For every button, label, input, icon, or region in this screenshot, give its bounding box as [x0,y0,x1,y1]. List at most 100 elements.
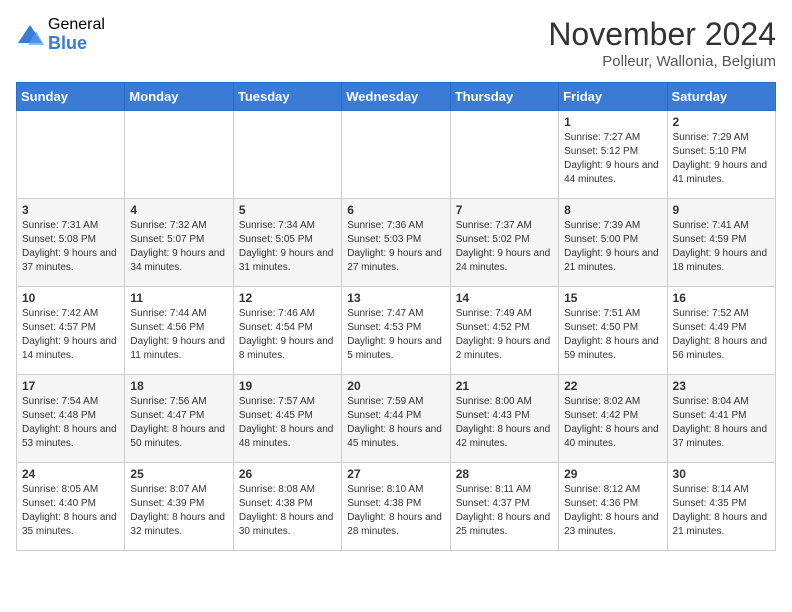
logo-icon [16,23,44,47]
day-number: 25 [130,467,227,481]
calendar-cell: 28 Sunrise: 8:11 AM Sunset: 4:37 PM Dayli… [450,463,558,551]
day-number: 26 [239,467,336,481]
day-info: Sunrise: 7:36 AM Sunset: 5:03 PM Dayligh… [347,219,444,275]
calendar-cell: 4 Sunrise: 7:32 AM Sunset: 5:07 PM Daylig… [125,199,233,287]
day-info: Sunrise: 7:42 AM Sunset: 4:57 PM Dayligh… [22,307,119,363]
calendar-cell: 13 Sunrise: 7:47 AM Sunset: 4:53 PM Dayli… [342,287,450,375]
day-info: Sunrise: 7:54 AM Sunset: 4:48 PM Dayligh… [22,395,119,451]
day-number: 8 [564,203,661,217]
day-number: 2 [673,115,770,129]
calendar-cell: 17 Sunrise: 7:54 AM Sunset: 4:48 PM Dayli… [17,375,125,463]
calendar-cell [125,111,233,199]
day-number: 28 [456,467,553,481]
day-number: 3 [22,203,119,217]
day-number: 10 [22,291,119,305]
calendar-cell: 15 Sunrise: 7:51 AM Sunset: 4:50 PM Dayli… [559,287,667,375]
calendar-cell: 25 Sunrise: 8:07 AM Sunset: 4:39 PM Dayli… [125,463,233,551]
day-info: Sunrise: 8:07 AM Sunset: 4:39 PM Dayligh… [130,483,227,539]
day-info: Sunrise: 7:57 AM Sunset: 4:45 PM Dayligh… [239,395,336,451]
day-number: 14 [456,291,553,305]
calendar-cell: 26 Sunrise: 8:08 AM Sunset: 4:38 PM Dayli… [233,463,341,551]
day-info: Sunrise: 8:12 AM Sunset: 4:36 PM Dayligh… [564,483,661,539]
day-info: Sunrise: 7:34 AM Sunset: 5:05 PM Dayligh… [239,219,336,275]
calendar-cell: 9 Sunrise: 7:41 AM Sunset: 4:59 PM Daylig… [667,199,775,287]
day-number: 5 [239,203,336,217]
day-number: 18 [130,379,227,393]
day-of-week-header: Saturday [667,83,775,111]
title-block: November 2024 Polleur, Wallonia, Belgium [548,16,776,70]
day-number: 11 [130,291,227,305]
calendar-cell [450,111,558,199]
calendar-week-row: 1 Sunrise: 7:27 AM Sunset: 5:12 PM Daylig… [17,111,776,199]
calendar-week-row: 24Sunrise: 8:05 AM Sunset: 4:40 PM Dayli… [17,463,776,551]
calendar-week-row: 17 Sunrise: 7:54 AM Sunset: 4:48 PM Dayli… [17,375,776,463]
day-of-week-header: Wednesday [342,83,450,111]
day-info: Sunrise: 8:04 AM Sunset: 4:41 PM Dayligh… [673,395,770,451]
location: Polleur, Wallonia, Belgium [548,53,776,70]
day-number: 13 [347,291,444,305]
day-info: Sunrise: 7:32 AM Sunset: 5:07 PM Dayligh… [130,219,227,275]
day-info: Sunrise: 7:41 AM Sunset: 4:59 PM Dayligh… [673,219,770,275]
day-number: 29 [564,467,661,481]
day-info: Sunrise: 7:44 AM Sunset: 4:56 PM Dayligh… [130,307,227,363]
day-info: Sunrise: 7:51 AM Sunset: 4:50 PM Dayligh… [564,307,661,363]
day-number: 1 [564,115,661,129]
calendar-cell: 22 Sunrise: 8:02 AM Sunset: 4:42 PM Dayli… [559,375,667,463]
month-title: November 2024 [548,16,776,53]
day-number: 6 [347,203,444,217]
day-info: Sunrise: 7:46 AM Sunset: 4:54 PM Dayligh… [239,307,336,363]
day-number: 15 [564,291,661,305]
calendar-header-row: SundayMondayTuesdayWednesdayThursdayFrid… [17,83,776,111]
day-number: 17 [22,379,119,393]
day-info: Sunrise: 8:08 AM Sunset: 4:38 PM Dayligh… [239,483,336,539]
calendar-cell: 12Sunrise: 7:46 AM Sunset: 4:54 PM Dayli… [233,287,341,375]
day-of-week-header: Thursday [450,83,558,111]
calendar-cell: 18 Sunrise: 7:56 AM Sunset: 4:47 PM Dayli… [125,375,233,463]
day-info: Sunrise: 8:10 AM Sunset: 4:38 PM Dayligh… [347,483,444,539]
calendar-cell: 30Sunrise: 8:14 AM Sunset: 4:35 PM Dayli… [667,463,775,551]
day-number: 23 [673,379,770,393]
day-info: Sunrise: 7:52 AM Sunset: 4:49 PM Dayligh… [673,307,770,363]
page-header: General Blue November 2024 Polleur, Wall… [16,16,776,70]
logo: General Blue [16,16,105,53]
calendar-cell: 19Sunrise: 7:57 AM Sunset: 4:45 PM Dayli… [233,375,341,463]
logo-general: General [48,16,105,34]
day-info: Sunrise: 8:00 AM Sunset: 4:43 PM Dayligh… [456,395,553,451]
calendar-cell: 14Sunrise: 7:49 AM Sunset: 4:52 PM Dayli… [450,287,558,375]
calendar-cell: 8Sunrise: 7:39 AM Sunset: 5:00 PM Daylig… [559,199,667,287]
calendar-cell [342,111,450,199]
logo-text: General Blue [48,16,105,53]
day-info: Sunrise: 7:31 AM Sunset: 5:08 PM Dayligh… [22,219,119,275]
day-info: Sunrise: 8:11 AM Sunset: 4:37 PM Dayligh… [456,483,553,539]
day-number: 22 [564,379,661,393]
calendar-cell [17,111,125,199]
calendar-cell: 20 Sunrise: 7:59 AM Sunset: 4:44 PM Dayli… [342,375,450,463]
calendar-cell: 24Sunrise: 8:05 AM Sunset: 4:40 PM Dayli… [17,463,125,551]
day-number: 30 [673,467,770,481]
day-info: Sunrise: 7:37 AM Sunset: 5:02 PM Dayligh… [456,219,553,275]
day-info: Sunrise: 7:56 AM Sunset: 4:47 PM Dayligh… [130,395,227,451]
day-number: 9 [673,203,770,217]
calendar-cell: 6 Sunrise: 7:36 AM Sunset: 5:03 PM Daylig… [342,199,450,287]
calendar-cell: 10 Sunrise: 7:42 AM Sunset: 4:57 PM Dayli… [17,287,125,375]
calendar-cell: 16 Sunrise: 7:52 AM Sunset: 4:49 PM Dayli… [667,287,775,375]
day-info: Sunrise: 7:59 AM Sunset: 4:44 PM Dayligh… [347,395,444,451]
calendar-cell: 11 Sunrise: 7:44 AM Sunset: 4:56 PM Dayli… [125,287,233,375]
calendar-cell: 29 Sunrise: 8:12 AM Sunset: 4:36 PM Dayli… [559,463,667,551]
day-info: Sunrise: 7:27 AM Sunset: 5:12 PM Dayligh… [564,131,661,187]
day-number: 16 [673,291,770,305]
day-info: Sunrise: 8:02 AM Sunset: 4:42 PM Dayligh… [564,395,661,451]
day-info: Sunrise: 7:29 AM Sunset: 5:10 PM Dayligh… [673,131,770,187]
day-number: 20 [347,379,444,393]
day-info: Sunrise: 7:47 AM Sunset: 4:53 PM Dayligh… [347,307,444,363]
calendar-cell: 23 Sunrise: 8:04 AM Sunset: 4:41 PM Dayli… [667,375,775,463]
calendar-table: SundayMondayTuesdayWednesdayThursdayFrid… [16,82,776,551]
calendar-cell: 1 Sunrise: 7:27 AM Sunset: 5:12 PM Daylig… [559,111,667,199]
calendar-week-row: 10 Sunrise: 7:42 AM Sunset: 4:57 PM Dayli… [17,287,776,375]
logo-blue: Blue [48,34,105,54]
calendar-cell: 27 Sunrise: 8:10 AM Sunset: 4:38 PM Dayli… [342,463,450,551]
day-number: 27 [347,467,444,481]
calendar-cell: 2 Sunrise: 7:29 AM Sunset: 5:10 PM Daylig… [667,111,775,199]
day-of-week-header: Sunday [17,83,125,111]
day-number: 4 [130,203,227,217]
